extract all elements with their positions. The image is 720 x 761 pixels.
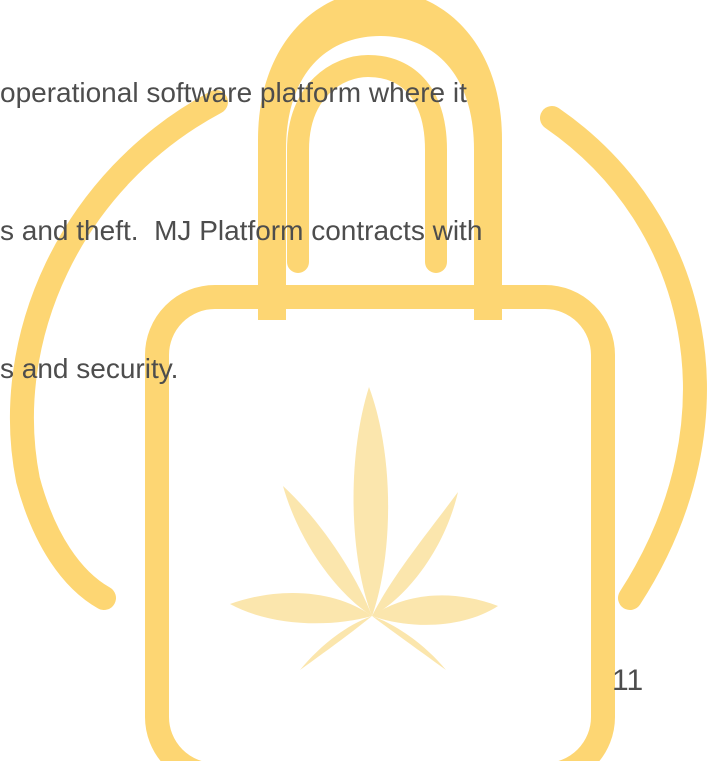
body-line: s and security. <box>0 353 179 384</box>
document-page: operational software platform where it s… <box>0 0 720 761</box>
body-paragraph: operational software platform where it s… <box>0 0 640 484</box>
leaf-bottom-left <box>300 616 372 670</box>
page-number: 11 <box>612 664 644 697</box>
body-line: operational software platform where it <box>0 77 467 108</box>
body-line: s and theft. MJ Platform contracts with <box>0 215 483 246</box>
